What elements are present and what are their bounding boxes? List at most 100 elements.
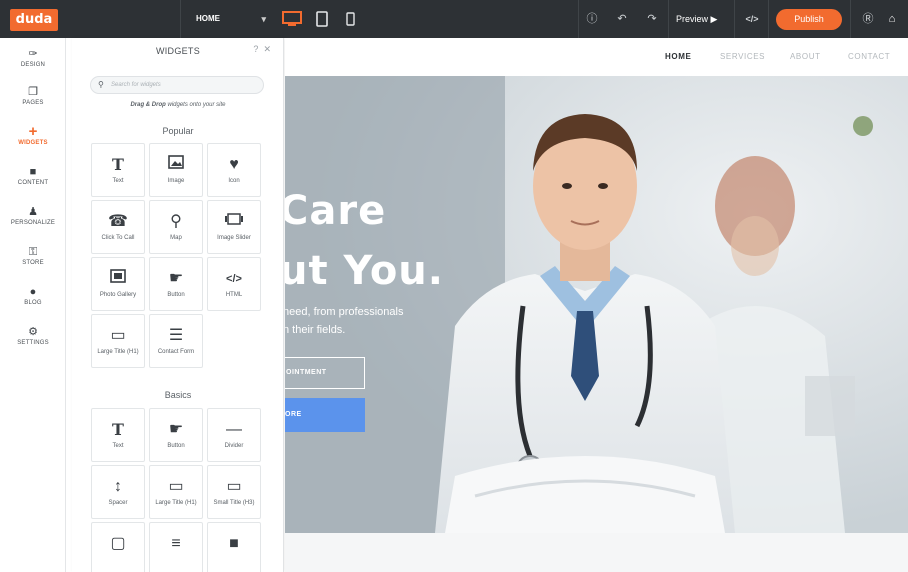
site-nav-about[interactable]: ABOUT	[790, 52, 821, 61]
divider-icon: —	[226, 421, 242, 438]
top-toolbar: duda HOME ▾ ⓘ ↶ ↷ Preview ▶ </> Publish …	[0, 0, 908, 38]
widget-contact-form[interactable]: ☰ Contact Form	[149, 314, 203, 368]
info-button[interactable]: ⓘ	[580, 9, 604, 29]
widget-basic-8[interactable]: ≡	[149, 522, 203, 572]
hero-title-line-1: Care	[285, 188, 387, 234]
widget-basic-large-title[interactable]: ▭ Large Title (H1)	[149, 465, 203, 519]
gear-icon: ⚙	[28, 326, 38, 338]
drag-drop-hint: Drag & Drop widgets onto your site	[72, 102, 283, 108]
widgets-panel: WIDGETS ? ✕ ⚲ Search for widgets Drag & …	[72, 38, 284, 572]
sidebar-item-pages[interactable]: ❐ PAGES	[0, 80, 66, 118]
sidebar-item-label: CONTENT	[17, 180, 49, 186]
widget-spacer[interactable]: ↕ Spacer	[91, 465, 145, 519]
widget-basic-9[interactable]: ■	[207, 522, 261, 572]
tablet-icon	[316, 11, 328, 27]
desktop-view-button[interactable]	[280, 9, 304, 29]
widget-label: Photo Gallery	[99, 292, 137, 298]
undo-button[interactable]: ↶	[610, 9, 634, 29]
sidebar-item-content[interactable]: ■ CONTENT	[0, 160, 66, 198]
widget-basic-button[interactable]: ☛ Button	[149, 408, 203, 462]
help-icon[interactable]: ?	[253, 44, 258, 54]
duda-logo: duda	[10, 9, 58, 31]
widget-image[interactable]: Image	[149, 143, 203, 197]
sidebar-item-design[interactable]: ✑ DESIGN	[0, 42, 66, 80]
hero-text-line-1: need, from professionals	[285, 306, 404, 318]
widget-label: Button	[167, 443, 185, 449]
box-icon: ▢	[110, 535, 126, 552]
desktop-icon	[282, 11, 302, 26]
gallery-icon	[92, 266, 144, 292]
sidebar-item-personalize[interactable]: ♟ PERSONALIZE	[0, 200, 66, 238]
sidebar-item-label: SETTINGS	[17, 340, 49, 346]
help-button[interactable]: Ⓡ	[856, 9, 880, 29]
sidebar-item-label: PAGES	[22, 100, 44, 106]
sidebar-item-settings[interactable]: ⚙ SETTINGS	[0, 320, 66, 358]
code-icon: </>	[745, 14, 759, 24]
left-sidebar: ✑ DESIGN ❐ PAGES + WIDGETS ■ CONTENT ♟ P…	[0, 38, 66, 572]
code-editor-button[interactable]: </>	[740, 9, 764, 29]
hero-section: Care ut You. need, from professionals n …	[285, 76, 908, 533]
widget-text[interactable]: T Text	[91, 143, 145, 197]
page-select-dropdown[interactable]: HOME ▾	[186, 0, 270, 38]
title-icon: ▭	[110, 327, 126, 344]
divider	[768, 0, 769, 38]
widget-label: Image Slider	[217, 235, 251, 241]
redo-button[interactable]: ↷	[640, 9, 664, 29]
sidebar-item-store[interactable]: ⚿ STORE	[0, 240, 66, 278]
mobile-icon	[345, 12, 355, 26]
search-placeholder: Search for widgets	[111, 82, 161, 88]
preview-button[interactable]: Preview ▶	[676, 9, 717, 29]
site-nav-home[interactable]: HOME	[665, 52, 691, 61]
pointer-icon: ☛	[168, 421, 184, 438]
home-button[interactable]: ⌂	[880, 9, 904, 29]
site-nav-contact[interactable]: CONTACT	[848, 52, 890, 61]
widget-photo-gallery[interactable]: Photo Gallery	[91, 257, 145, 311]
widget-icon[interactable]: ♥ Icon	[207, 143, 261, 197]
site-nav-services[interactable]: SERVICES	[720, 52, 765, 61]
cart-icon: ⚿	[28, 246, 38, 258]
divider	[180, 0, 181, 38]
tablet-view-button[interactable]	[312, 9, 332, 29]
folder-icon: ■	[29, 166, 37, 178]
list-icon: ≡	[171, 535, 181, 552]
section-title-popular: Popular	[162, 126, 194, 136]
title-icon: ▭	[226, 478, 242, 495]
widget-basic-text[interactable]: T Text	[91, 408, 145, 462]
sidebar-item-label: BLOG	[24, 300, 42, 306]
widget-small-title[interactable]: ▭ Small Title (H3)	[207, 465, 261, 519]
sidebar-item-widgets[interactable]: + WIDGETS	[0, 120, 66, 158]
widget-search-input[interactable]: ⚲ Search for widgets	[90, 76, 264, 94]
widget-label: Button	[167, 292, 185, 298]
publish-button[interactable]: Publish	[776, 9, 842, 30]
text-icon: T	[112, 420, 124, 439]
widget-large-title[interactable]: ▭ Large Title (H1)	[91, 314, 145, 368]
text-icon: T	[112, 155, 124, 174]
image-slider-icon	[208, 209, 260, 235]
mobile-view-button[interactable]	[340, 9, 360, 29]
close-icon[interactable]: ✕	[263, 44, 271, 54]
section-title-basics: Basics	[164, 390, 192, 400]
widget-divider[interactable]: — Divider	[207, 408, 261, 462]
chat-icon: ●	[29, 286, 37, 298]
pages-icon: ❐	[28, 86, 38, 98]
widget-basic-7[interactable]: ▢	[91, 522, 145, 572]
sidebar-item-blog[interactable]: ● BLOG	[0, 280, 66, 318]
widget-label: Text	[112, 443, 124, 449]
page-select-value: HOME	[196, 14, 220, 23]
chevron-down-icon: ▾	[261, 14, 266, 24]
widget-button[interactable]: ☛ Button	[149, 257, 203, 311]
widget-html[interactable]: </> HTML	[207, 257, 261, 311]
phone-icon: ☎	[108, 213, 128, 230]
widget-image-slider[interactable]: Image Slider	[207, 200, 261, 254]
hero-text-line-2: n their fields.	[285, 324, 346, 336]
block-icon: ■	[229, 535, 239, 552]
learn-more-button[interactable]: ORE	[285, 398, 365, 432]
appointment-button[interactable]: OINTMENT	[285, 357, 365, 389]
plus-icon: +	[28, 123, 38, 140]
widget-click-to-call[interactable]: ☎ Click To Call	[91, 200, 145, 254]
person-icon: ♟	[28, 206, 38, 218]
widget-label: Large Title (H1)	[97, 349, 139, 355]
widget-map[interactable]: ⚲ Map	[149, 200, 203, 254]
divider	[578, 0, 579, 38]
home-icon: ⌂	[888, 13, 896, 25]
